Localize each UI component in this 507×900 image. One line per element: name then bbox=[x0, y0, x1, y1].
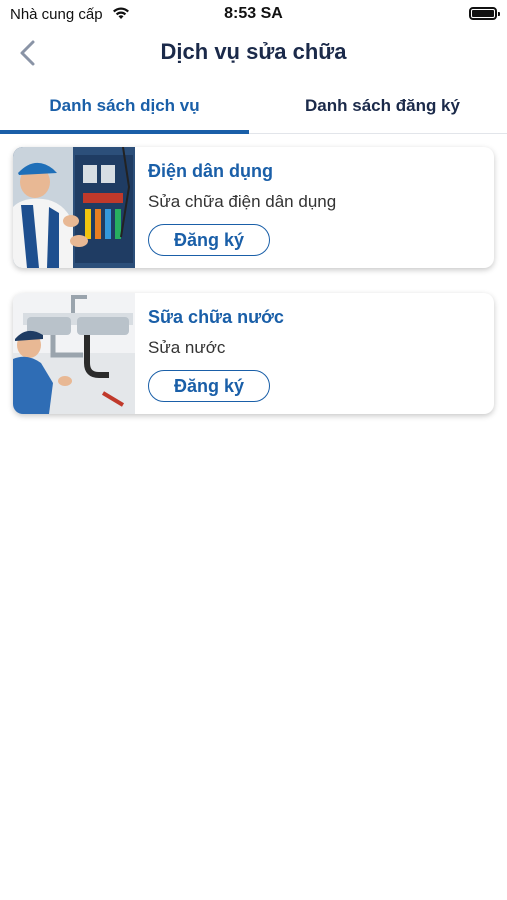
service-title: Sữa chữa nước bbox=[148, 307, 284, 327]
active-tab-indicator bbox=[0, 130, 249, 134]
service-card-electric[interactable]: Điện dân dụng Sửa chữa điện dân dụng Đăn… bbox=[13, 147, 494, 268]
plumber-photo bbox=[13, 293, 135, 414]
status-bar: Nhà cung cấp 8:53 SA bbox=[0, 0, 507, 30]
nav-header: Dịch vụ sửa chữa bbox=[0, 30, 507, 80]
status-time: 8:53 SA bbox=[224, 5, 283, 22]
service-subtitle: Sửa chữa điện dân dụng bbox=[148, 192, 337, 211]
service-title: Điện dân dụng bbox=[148, 161, 273, 181]
service-card-water[interactable]: Sữa chữa nước Sửa nước Đăng ký bbox=[13, 293, 494, 414]
register-button[interactable]: Đăng ký bbox=[148, 370, 270, 402]
tab-bar: Danh sách dịch vụ Danh sách đăng ký bbox=[0, 88, 507, 134]
tab-registration-list[interactable]: Danh sách đăng ký bbox=[258, 88, 507, 133]
service-subtitle: Sửa nước bbox=[148, 338, 226, 357]
electrician-photo bbox=[13, 147, 135, 268]
page-title: Dịch vụ sửa chữa bbox=[160, 39, 347, 64]
tab-service-list[interactable]: Danh sách dịch vụ bbox=[0, 88, 249, 133]
battery-icon bbox=[469, 7, 500, 20]
register-button[interactable]: Đăng ký bbox=[148, 224, 270, 256]
